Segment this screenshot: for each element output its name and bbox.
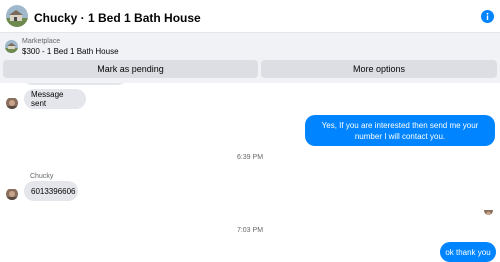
- message-text: Yes, If you are interested then send me …: [321, 120, 479, 141]
- incoming-message[interactable]: 6013396606: [24, 181, 78, 201]
- info-icon[interactable]: [481, 10, 494, 23]
- message-thread[interactable]: Message sent Yes, If you are interested …: [0, 83, 500, 262]
- sender-avatar[interactable]: [6, 188, 18, 200]
- listing-title[interactable]: $300 - 1 Bed 1 Bath House: [22, 47, 119, 56]
- incoming-message[interactable]: Message sent: [24, 89, 86, 109]
- more-options-button[interactable]: More options: [261, 60, 497, 78]
- timestamp: 6:39 PM: [236, 154, 264, 161]
- contact-avatar[interactable]: [6, 5, 28, 27]
- mark-as-pending-button[interactable]: Mark as pending: [3, 60, 258, 78]
- conversation-title[interactable]: Chucky · 1 Bed 1 Bath House: [34, 11, 201, 25]
- message-text: Message sent: [31, 90, 64, 108]
- sender-avatar[interactable]: [6, 97, 18, 109]
- marketplace-label: Marketplace: [22, 38, 61, 45]
- message-text: 6013396606: [31, 186, 76, 196]
- conversation-header: Chucky · 1 Bed 1 Bath House: [0, 0, 500, 33]
- message-text: ok thank you: [445, 247, 491, 257]
- timestamp: 7:03 PM: [236, 227, 264, 234]
- outgoing-message[interactable]: Yes, If you are interested then send me …: [305, 115, 495, 146]
- previous-message-bubble: [24, 83, 126, 85]
- read-receipt-avatar: [484, 206, 493, 215]
- sender-name: Chucky: [30, 173, 54, 180]
- listing-thumbnail[interactable]: [5, 40, 18, 53]
- outgoing-message[interactable]: ok thank you: [440, 242, 496, 262]
